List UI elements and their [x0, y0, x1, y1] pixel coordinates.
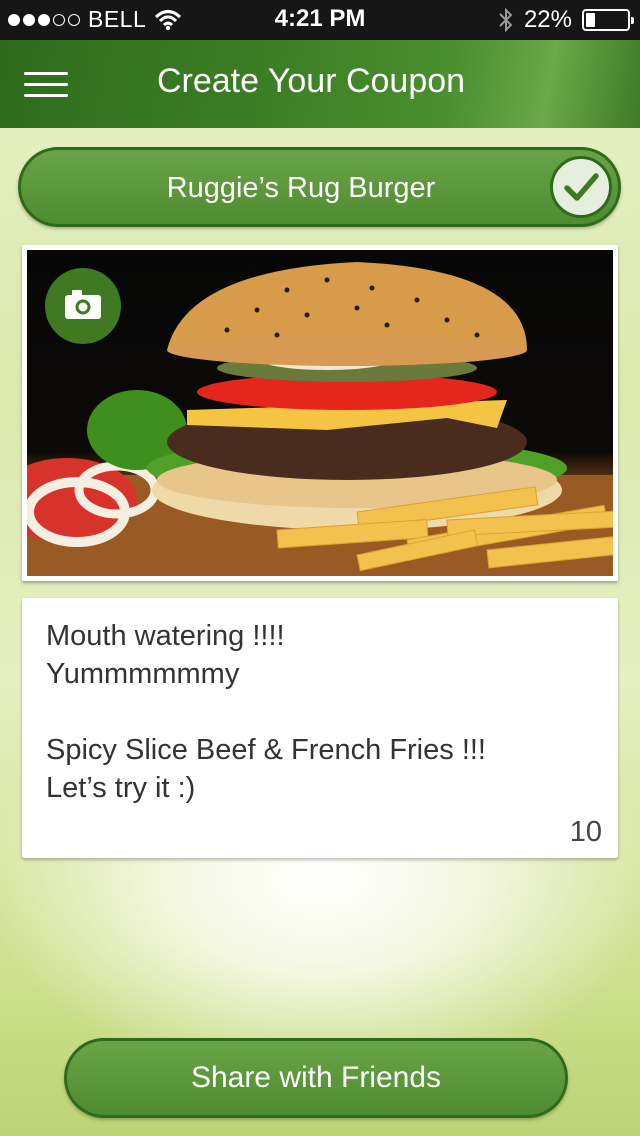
camera-icon[interactable]: [45, 268, 121, 344]
coupon-message-textarea[interactable]: Mouth watering !!!! Yummmmmmy Spicy Slic…: [22, 598, 618, 858]
bluetooth-icon: [499, 7, 513, 33]
coupon-photo-frame: [22, 245, 618, 581]
share-with-friends-button[interactable]: Share with Friends: [64, 1038, 568, 1118]
battery-icon: [582, 9, 634, 31]
message-line: Yummmmmmy: [46, 658, 240, 690]
message-line: Spicy Slice Beef & French Fries !!!: [46, 734, 486, 766]
message-line: Let’s try it :): [46, 772, 196, 804]
checkmark-icon[interactable]: [550, 156, 612, 218]
nav-bar: Create Your Coupon: [0, 40, 640, 128]
message-line: Mouth watering !!!!: [46, 620, 285, 652]
burger-and-fries-photo: [27, 250, 613, 576]
status-right: 22%: [498, 6, 634, 34]
coupon-name-field[interactable]: Ruggie’s Rug Burger: [18, 147, 621, 227]
coupon-name-text: Ruggie’s Rug Burger: [166, 172, 436, 204]
character-count: 10: [569, 816, 602, 848]
battery-fill: [586, 13, 595, 27]
page-title: Create Your Coupon: [156, 62, 466, 100]
battery-percent: 22%: [523, 6, 572, 33]
status-bar: BELL 4:21 PM 22%: [0, 0, 640, 40]
